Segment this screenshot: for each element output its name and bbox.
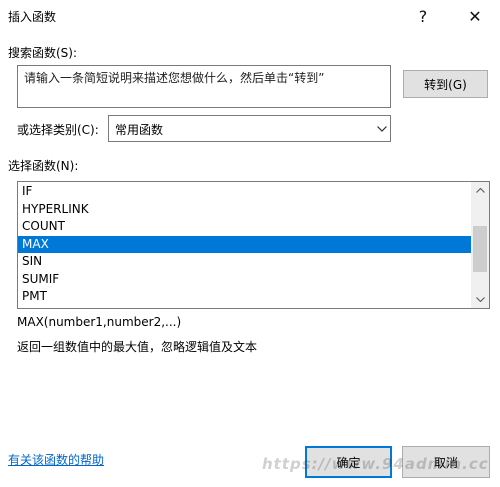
category-label: 或选择类别(C): xyxy=(17,123,99,137)
function-description: 返回一组数值中的最大值，忽略逻辑值及文本 xyxy=(17,340,258,354)
list-item[interactable]: PMT xyxy=(18,288,471,306)
goto-button[interactable]: 转到(G) xyxy=(403,70,488,98)
scroll-up-icon[interactable] xyxy=(471,182,489,199)
help-button[interactable]: ? xyxy=(400,0,446,32)
function-list-label: 选择函数(N): xyxy=(8,159,79,173)
list-scrollbar[interactable] xyxy=(471,182,489,308)
search-label: 搜索函数(S): xyxy=(8,46,78,60)
close-button[interactable]: ✕ xyxy=(452,0,498,32)
scroll-down-icon[interactable] xyxy=(471,291,489,308)
list-item[interactable]: IF xyxy=(18,183,471,201)
search-input[interactable]: 请输入一条简短说明来描述您想做什么，然后单击“转到” xyxy=(17,65,391,108)
close-icon: ✕ xyxy=(468,6,482,26)
list-item[interactable]: COUNT xyxy=(18,218,471,236)
title-bar: 插入函数 ? ✕ xyxy=(0,0,500,32)
ok-button[interactable]: 确定 xyxy=(305,446,392,478)
function-help-link[interactable]: 有关该函数的帮助 xyxy=(8,451,104,468)
list-item[interactable]: MAX xyxy=(18,235,471,253)
cancel-button[interactable]: 取消 xyxy=(402,446,490,478)
category-select[interactable]: 常用函数 xyxy=(108,115,391,142)
question-icon: ? xyxy=(418,6,428,26)
function-signature: MAX(number1,number2,...) xyxy=(17,315,182,329)
scroll-thumb[interactable] xyxy=(473,226,487,272)
function-list[interactable]: IF HYPERLINK COUNT MAX SIN SUMIF PMT xyxy=(17,181,490,309)
category-value: 常用函数 xyxy=(115,123,164,137)
list-item[interactable]: HYPERLINK xyxy=(18,201,471,219)
chevron-down-icon[interactable] xyxy=(372,116,390,141)
list-item[interactable]: SUMIF xyxy=(18,271,471,289)
list-item[interactable]: SIN xyxy=(18,253,471,271)
dialog-title: 插入函数 xyxy=(8,10,57,24)
